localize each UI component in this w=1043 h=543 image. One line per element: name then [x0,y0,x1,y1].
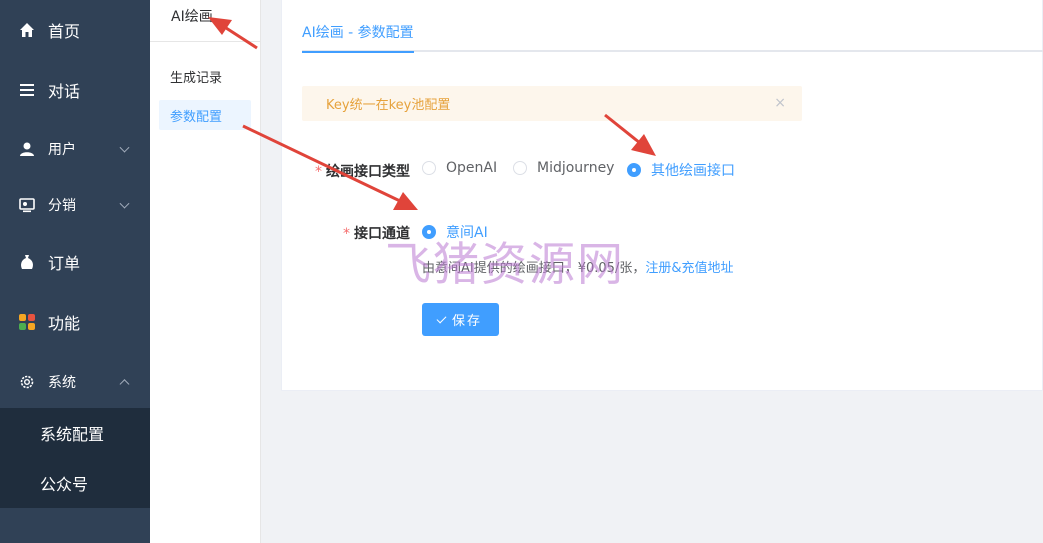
submenu-item-label: 公众号 [40,475,89,494]
system-submenu: 系统配置 公众号 [0,408,150,508]
secondary-nav-title: AI绘画 [171,9,213,25]
main-sidebar: 首页 对话 用户 分销 订单 功能 系统 系统配置 公众号 [0,0,150,543]
divider [150,41,260,42]
order-bag-icon [18,253,36,271]
radio-checked-icon [422,225,436,239]
chevron-down-icon [119,142,130,153]
close-icon[interactable]: × [774,95,786,111]
subnav-item-label: 生成记录 [170,70,223,86]
user-icon [18,140,36,158]
radio-midjourney[interactable]: Midjourney [513,160,614,176]
chevron-up-icon [119,379,130,390]
radio-checked-icon [627,163,641,177]
check-icon [436,313,447,323]
sidebar-item-system[interactable]: 系统 [0,354,150,410]
register-recharge-link[interactable]: 注册&充值地址 [645,261,733,276]
sidebar-item-label: 功能 [48,314,81,333]
radio-label: 意间AI [446,225,488,241]
sidebar-item-user[interactable]: 用户 [0,121,150,177]
hint-text: 由意间AI提供的绘画接口，¥0.05/张， [422,261,646,276]
sidebar-item-label: 用户 [48,142,76,158]
sidebar-item-home[interactable]: 首页 [0,2,150,58]
submenu-item-official-account[interactable]: 公众号 [0,458,150,508]
radio-yijian-ai[interactable]: 意间AI [422,222,488,242]
radio-openai[interactable]: OpenAI [422,160,497,176]
radio-label: 其他绘画接口 [651,163,735,179]
menu-lines-icon [18,81,36,99]
sidebar-item-label: 对话 [48,82,81,101]
form-label-text: 绘画接口类型 [326,164,410,180]
sidebar-item-chat[interactable]: 对话 [0,62,150,118]
submenu-item-label: 系统配置 [40,425,105,444]
submenu-item-system-config[interactable]: 系统配置 [0,408,150,458]
save-button-label: 保存 [451,314,482,329]
radio-circle-icon [513,161,527,175]
subnav-item-label: 参数配置 [170,109,223,125]
radio-label: OpenAI [446,160,498,176]
grid-icon [18,313,36,331]
sidebar-item-label: 分销 [48,198,76,214]
tab-bar: AI绘画 - 参数配置 [302,0,1043,53]
distribution-icon [18,196,36,214]
app-root: 首页 对话 用户 分销 订单 功能 系统 系统配置 公众号 AI绘画 生成记录 … [0,0,1043,543]
form-label-text: 接口通道 [354,226,410,242]
secondary-nav: AI绘画 生成记录 参数配置 [150,0,261,543]
radio-label: Midjourney [537,160,615,176]
save-button[interactable]: 保存 [422,303,499,336]
sidebar-item-features[interactable]: 功能 [0,294,150,350]
required-mark: * [343,226,350,242]
sidebar-item-order[interactable]: 订单 [0,234,150,290]
alert-text: Key统一在key池配置 [326,98,451,113]
radio-other-draw-api[interactable]: 其他绘画接口 [627,160,735,180]
radio-circle-icon [422,161,436,175]
sidebar-item-label: 系统 [48,375,76,391]
sidebar-item-distribution[interactable]: 分销 [0,177,150,233]
sidebar-item-label: 订单 [48,254,81,273]
config-card: AI绘画 - 参数配置 Key统一在key池配置 × * 绘画接口类型 OpenA… [281,0,1043,391]
required-mark: * [315,164,322,180]
subnav-item-generation-records[interactable]: 生成记录 [159,61,251,91]
api-channel-label: * 接口通道 [343,223,410,243]
channel-hint: 由意间AI提供的绘画接口，¥0.05/张，注册&充值地址 [422,257,733,276]
sidebar-item-label: 首页 [48,22,81,41]
gear-icon [18,373,36,391]
home-icon [18,21,36,39]
subnav-item-param-config[interactable]: 参数配置 [159,100,251,130]
draw-api-type-label: * 绘画接口类型 [315,161,410,181]
tab-param-config[interactable]: AI绘画 - 参数配置 [302,22,414,53]
info-alert: Key统一在key池配置 × [302,86,802,121]
chevron-down-icon [119,198,130,209]
